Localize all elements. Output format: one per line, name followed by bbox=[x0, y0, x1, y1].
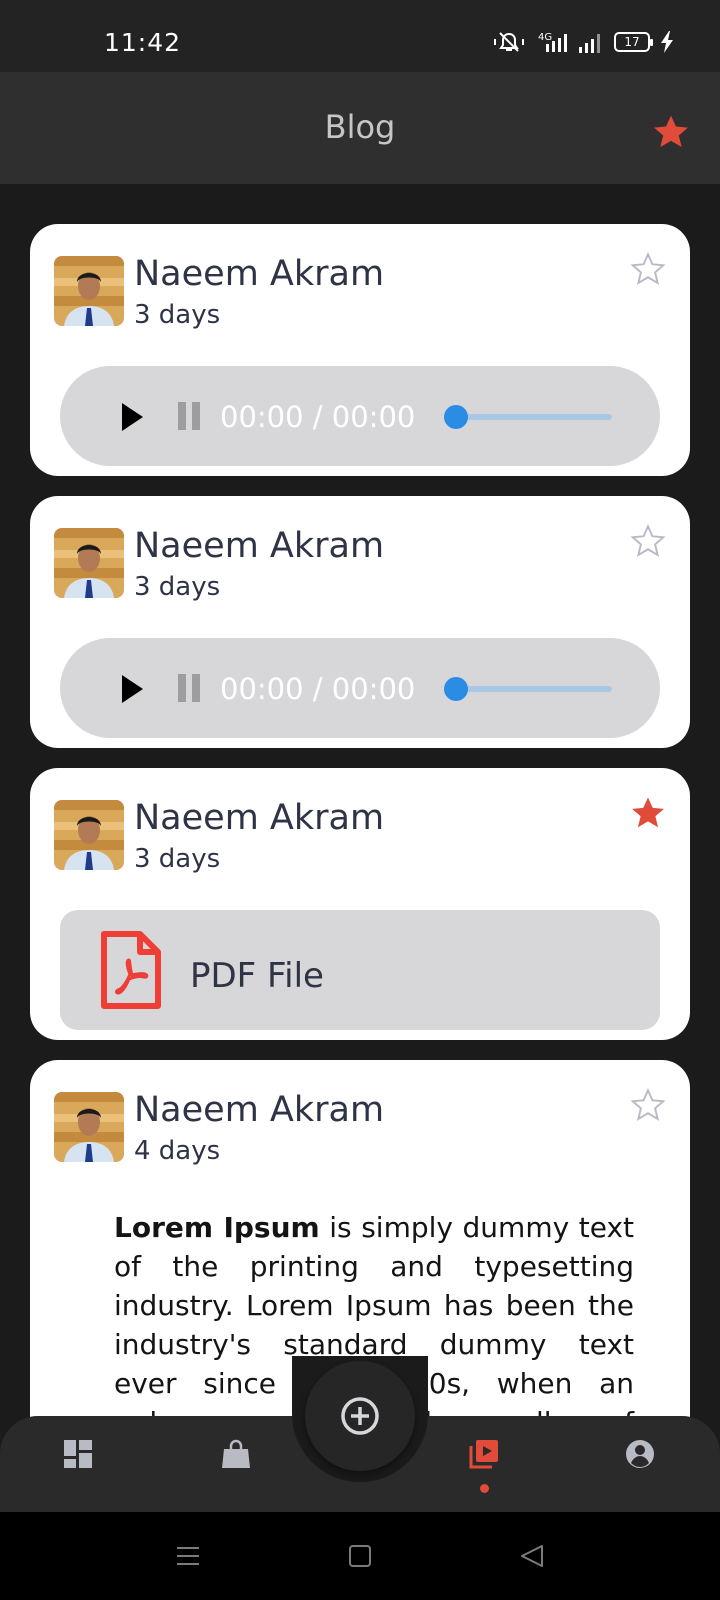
audio-seek-track[interactable] bbox=[450, 414, 612, 420]
menu-icon[interactable] bbox=[174, 1542, 202, 1570]
star-outline-icon[interactable] bbox=[630, 524, 666, 558]
active-indicator bbox=[480, 1484, 489, 1493]
home-icon[interactable] bbox=[346, 1542, 374, 1570]
star-filled-icon[interactable] bbox=[630, 796, 666, 830]
audio-time: 00:00 / 00:00 bbox=[220, 400, 416, 434]
add-post-button[interactable] bbox=[305, 1361, 415, 1471]
avatar[interactable] bbox=[54, 800, 124, 870]
author-name[interactable]: Naeem Akram bbox=[134, 798, 384, 838]
post-card: Naeem Akram 3 days 00:00 / 00:00 bbox=[30, 496, 690, 748]
battery-icon: 17 bbox=[614, 32, 653, 52]
mobile-data-icon: 4G bbox=[538, 32, 567, 52]
pdf-file-label: PDF File bbox=[190, 956, 324, 996]
post-card: Naeem Akram 3 days PDF File bbox=[30, 768, 690, 1040]
status-icons: 4G 17 bbox=[494, 30, 674, 54]
charging-icon bbox=[661, 31, 673, 53]
svg-text:4G: 4G bbox=[538, 32, 552, 43]
audio-seek-thumb[interactable] bbox=[444, 677, 468, 701]
add-circle-icon bbox=[341, 1397, 379, 1435]
system-nav-bar bbox=[0, 1512, 720, 1600]
mute-bell-icon bbox=[494, 32, 524, 52]
play-icon[interactable] bbox=[120, 402, 144, 432]
pdf-file-icon bbox=[101, 931, 161, 1009]
pdf-attachment[interactable]: PDF File bbox=[60, 910, 660, 1030]
audio-time: 00:00 / 00:00 bbox=[220, 672, 416, 706]
app-bar: Blog bbox=[0, 72, 720, 184]
video-library-icon[interactable] bbox=[468, 1438, 500, 1470]
play-icon[interactable] bbox=[120, 674, 144, 704]
pause-icon[interactable] bbox=[178, 402, 200, 430]
star-outline-icon[interactable] bbox=[630, 252, 666, 286]
pause-icon[interactable] bbox=[178, 674, 200, 702]
avatar[interactable] bbox=[54, 256, 124, 326]
signal-icon bbox=[579, 34, 600, 53]
audio-seek-track[interactable] bbox=[450, 686, 612, 692]
post-age: 3 days bbox=[134, 844, 221, 874]
account-circle-icon[interactable] bbox=[624, 1438, 656, 1470]
status-bar: 11:42 4G 17 bbox=[0, 0, 720, 72]
avatar[interactable] bbox=[54, 528, 124, 598]
audio-player: 00:00 / 00:00 bbox=[60, 638, 660, 738]
author-name[interactable]: Naeem Akram bbox=[134, 526, 384, 566]
shopping-bag-icon[interactable] bbox=[220, 1438, 252, 1470]
post-age: 3 days bbox=[134, 572, 221, 602]
post-age: 4 days bbox=[134, 1136, 221, 1166]
audio-seek-thumb[interactable] bbox=[444, 405, 468, 429]
star-outline-icon[interactable] bbox=[630, 1088, 666, 1122]
author-name[interactable]: Naeem Akram bbox=[134, 1090, 384, 1130]
author-name[interactable]: Naeem Akram bbox=[134, 254, 384, 294]
audio-player: 00:00 / 00:00 bbox=[60, 366, 660, 466]
back-icon[interactable] bbox=[518, 1542, 546, 1570]
avatar[interactable] bbox=[54, 1092, 124, 1162]
dashboard-icon[interactable] bbox=[62, 1438, 94, 1470]
favorites-star-icon[interactable] bbox=[652, 114, 690, 150]
post-card: Naeem Akram 3 days 00:00 / 00:00 bbox=[30, 224, 690, 476]
status-time: 11:42 bbox=[104, 28, 182, 57]
post-age: 3 days bbox=[134, 300, 221, 330]
page-title: Blog bbox=[324, 108, 396, 146]
post-body-bold: Lorem Ipsum bbox=[114, 1211, 320, 1244]
